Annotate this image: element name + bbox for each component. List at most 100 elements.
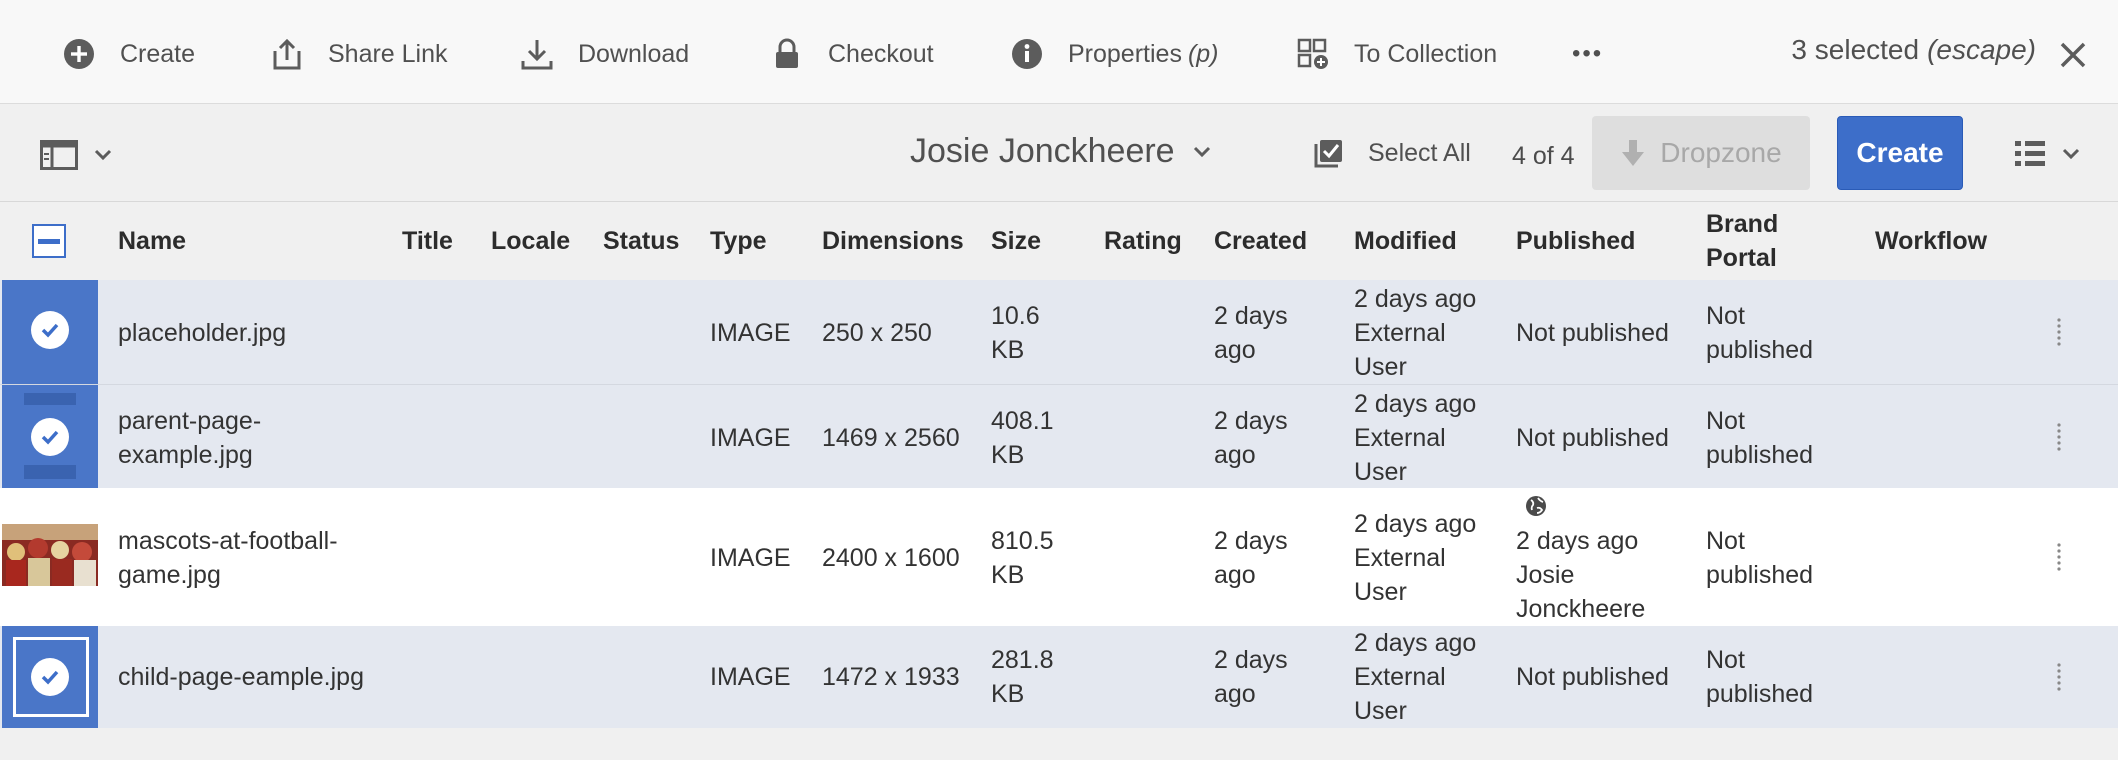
dropzone-label: Dropzone	[1660, 137, 1782, 168]
size-value: 281.8	[991, 646, 1054, 674]
row-thumbnail[interactable]	[2, 524, 98, 586]
drag-handle-icon[interactable]	[2052, 542, 2066, 572]
column-header-rating[interactable]: Rating	[1104, 224, 1182, 258]
created-line-2: ago	[1214, 561, 1256, 589]
cell-created: 2 days ago	[1214, 404, 1288, 472]
cell-name[interactable]: child-page-eample.jpg	[118, 660, 364, 694]
cell-name[interactable]: mascots-at-football- game.jpg	[118, 524, 338, 592]
modified-line-1: 2 days ago	[1354, 629, 1477, 657]
cell-size: 10.6 KB	[991, 299, 1040, 367]
column-header-workflow[interactable]: Workflow	[1875, 224, 1987, 258]
row-thumbnail[interactable]	[2, 280, 98, 384]
column-header-modified[interactable]: Modified	[1354, 224, 1457, 258]
create-action[interactable]: Create	[62, 30, 195, 78]
created-line-2: ago	[1214, 680, 1256, 708]
size-unit: KB	[991, 680, 1025, 708]
view-switcher[interactable]	[2014, 138, 2080, 170]
modified-line-3: User	[1354, 458, 1407, 486]
more-actions-button[interactable]: •••	[1572, 30, 1603, 78]
modified-line-3: User	[1354, 697, 1407, 725]
cell-type: IMAGE	[710, 424, 791, 452]
cell-name[interactable]: parent-page- example.jpg	[118, 404, 261, 472]
download-action[interactable]: Download	[520, 30, 689, 78]
column-header-status[interactable]: Status	[603, 224, 679, 258]
row-checkbox[interactable]	[31, 418, 69, 456]
to-collection-action[interactable]: To Collection	[1296, 30, 1497, 78]
escape-hint: (escape)	[1927, 34, 2036, 65]
side-panel-icon	[40, 140, 78, 170]
info-icon	[1012, 39, 1042, 69]
cell-modified: 2 days ago External User	[1354, 387, 1476, 489]
name-line-2: example.jpg	[118, 441, 253, 469]
checkout-action[interactable]: Checkout	[770, 30, 934, 78]
row-checkbox[interactable]	[31, 311, 69, 349]
row-thumbnail[interactable]	[2, 626, 98, 728]
select-all-button[interactable]: Select All	[1312, 136, 1471, 170]
drag-handle-icon[interactable]	[2052, 662, 2066, 692]
column-header-type[interactable]: Type	[710, 224, 767, 258]
select-all-checkbox[interactable]	[32, 224, 66, 258]
cell-dimensions: 250 x 250	[822, 319, 932, 347]
column-header-name[interactable]: Name	[118, 224, 186, 258]
globe-icon	[1526, 496, 1546, 516]
modified-line-3: User	[1354, 353, 1407, 381]
created-line-1: 2 days	[1214, 407, 1288, 435]
published-line-2: Josie	[1516, 561, 1575, 589]
brand-line-2: published	[1706, 441, 1814, 469]
cell-dimensions: 1469 x 2560	[822, 424, 960, 452]
selection-count: 3 selected (escape)	[1791, 34, 2036, 66]
chevron-down-icon	[1193, 146, 1210, 157]
column-header-brand-portal[interactable]: Brand Portal	[1706, 207, 1778, 275]
cell-type: IMAGE	[710, 663, 791, 691]
modified-line-3: User	[1354, 578, 1407, 606]
column-header-created[interactable]: Created	[1214, 224, 1307, 258]
create-button[interactable]: Create	[1837, 116, 1963, 190]
properties-action[interactable]: Properties (p)	[1010, 30, 1219, 78]
drag-handle-icon[interactable]	[2052, 317, 2066, 347]
brand-line-2: published	[1706, 336, 1814, 364]
table-row[interactable]: placeholder.jpg IMAGE 250 x 250 10.6 KB …	[0, 280, 2118, 384]
share-link-action[interactable]: Share Link	[270, 30, 448, 78]
indeterminate-icon	[38, 238, 60, 244]
table-row[interactable]: parent-page- example.jpg IMAGE 1469 x 25…	[0, 384, 2118, 489]
cell-modified: 2 days ago External User	[1354, 282, 1476, 384]
cell-dimensions: 2400 x 1600	[822, 544, 960, 572]
drag-handle-icon[interactable]	[2052, 422, 2066, 452]
row-checkbox[interactable]	[31, 658, 69, 696]
size-value: 408.1	[991, 407, 1054, 435]
name-line-2: game.jpg	[118, 561, 221, 589]
mascots-image-thumbnail	[2, 524, 98, 586]
modified-line-2: External	[1354, 424, 1446, 452]
checkmark-icon	[41, 430, 59, 445]
lock-icon	[776, 38, 798, 68]
table-row[interactable]: child-page-eample.jpg IMAGE 1472 x 1933 …	[0, 626, 2118, 728]
cell-size: 408.1 KB	[991, 404, 1054, 472]
cell-size: 810.5 KB	[991, 524, 1054, 592]
row-thumbnail[interactable]	[2, 385, 98, 489]
cell-brand-portal: Not published	[1706, 524, 1813, 592]
created-line-2: ago	[1214, 336, 1256, 364]
column-header-title[interactable]: Title	[402, 224, 453, 258]
table-header: Name Title Locale Status Type Dimensions…	[0, 202, 2118, 280]
breadcrumb-folder-title[interactable]: Josie Jonckheere	[910, 132, 1211, 171]
chevron-down-icon	[94, 149, 112, 161]
column-header-size[interactable]: Size	[991, 224, 1041, 258]
brand-line-1: Not	[1706, 646, 1745, 674]
select-all-icon	[1314, 140, 1342, 168]
close-icon[interactable]	[2058, 40, 2088, 70]
column-header-locale[interactable]: Locale	[491, 224, 570, 258]
cell-name[interactable]: placeholder.jpg	[118, 316, 286, 350]
column-header-published[interactable]: Published	[1516, 224, 1635, 258]
modified-line-2: External	[1354, 544, 1446, 572]
created-line-1: 2 days	[1214, 302, 1288, 330]
created-line-1: 2 days	[1214, 527, 1288, 555]
rail-toggle-button[interactable]	[40, 140, 112, 170]
collection-add-icon	[1297, 38, 1328, 69]
cell-created: 2 days ago	[1214, 524, 1288, 592]
cell-published: 2 days ago Josie Jonckheere	[1516, 524, 1645, 626]
dropzone-button[interactable]: Dropzone	[1592, 116, 1810, 190]
modified-line-1: 2 days ago	[1354, 510, 1477, 538]
modified-line-1: 2 days ago	[1354, 390, 1477, 418]
table-row[interactable]: mascots-at-football- game.jpg IMAGE 2400…	[0, 488, 2118, 626]
column-header-dimensions[interactable]: Dimensions	[822, 224, 964, 258]
